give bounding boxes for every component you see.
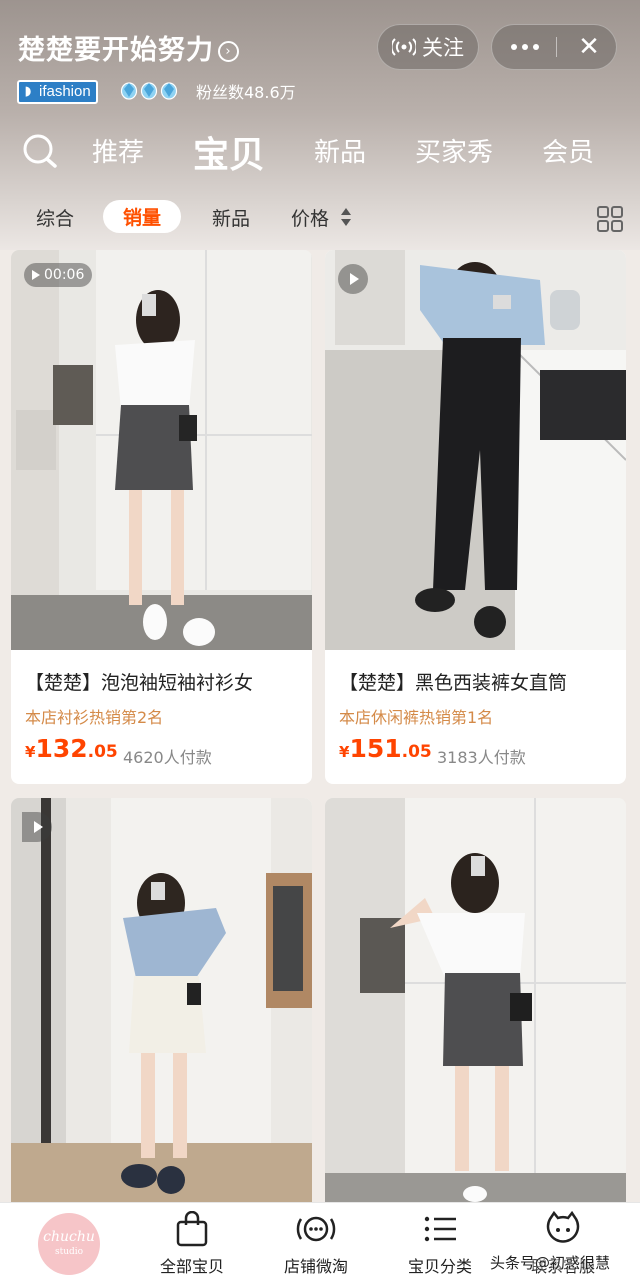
nav-label: 全部宝贝 xyxy=(159,1257,224,1276)
shop-name[interactable]: 楚楚要开始努力 › xyxy=(18,28,239,67)
product-image xyxy=(325,798,626,1202)
product-price: ¥132.05 xyxy=(25,734,118,763)
sort-filters: 综合 销量 新品 价格 xyxy=(0,198,640,238)
product-sold-count: 4620人付款 xyxy=(123,748,212,767)
shop-logo-text: chuchu xyxy=(43,1229,95,1245)
capsule-divider xyxy=(556,37,557,57)
broadcast-icon xyxy=(296,1216,336,1242)
sort-arrows-icon xyxy=(341,208,351,226)
list-icon xyxy=(424,1216,456,1242)
product-rank: 本店衬衫热销第2名 xyxy=(25,708,164,727)
crown-icon xyxy=(160,80,178,100)
nav-all-items[interactable]: 全部宝贝 xyxy=(137,1211,247,1277)
service-icon xyxy=(546,1211,580,1243)
tab-member[interactable]: 会员 xyxy=(542,132,594,169)
product-image xyxy=(11,798,312,1202)
nav-weitao[interactable]: 店铺微淘 xyxy=(261,1211,371,1277)
mini-capsule: ✕ xyxy=(491,24,617,70)
filter-sales[interactable]: 销量 xyxy=(103,200,182,233)
shop-logo[interactable]: chuchu studio xyxy=(38,1213,100,1275)
search-icon[interactable] xyxy=(22,133,58,169)
nav-label: 宝贝分类 xyxy=(407,1257,472,1276)
tab-new[interactable]: 新品 xyxy=(314,132,366,169)
grid-view-icon[interactable] xyxy=(597,206,623,232)
product-rank: 本店休闲裤热销第1名 xyxy=(339,708,494,727)
product-card[interactable]: 【楚楚】黑色西装裤女直筒 本店休闲裤热销第1名 ¥151.05 3183人付款 xyxy=(325,250,626,784)
product-price: ¥151.05 xyxy=(339,734,432,763)
ifashion-logo-icon: ◗ xyxy=(19,82,37,102)
more-button[interactable] xyxy=(492,25,558,69)
video-duration-badge: 00:06 xyxy=(24,263,93,287)
filter-overall[interactable]: 综合 xyxy=(36,204,74,231)
follow-button[interactable]: 关注 xyxy=(377,24,479,70)
shop-level-badges xyxy=(120,80,178,100)
watermark: 头条号@初惑很慧 xyxy=(490,1254,611,1272)
crown-icon xyxy=(140,80,158,100)
tab-recommend[interactable]: 推荐 xyxy=(92,132,144,169)
product-sold-count: 3183人付款 xyxy=(437,748,526,767)
follow-label: 关注 xyxy=(422,36,464,60)
bag-icon xyxy=(176,1211,208,1247)
product-card[interactable] xyxy=(11,798,312,1202)
ifashion-text: ifashion xyxy=(37,82,96,102)
broadcast-icon xyxy=(392,38,416,56)
play-icon[interactable] xyxy=(338,264,368,294)
product-image xyxy=(325,250,626,650)
nav-label: 店铺微淘 xyxy=(283,1257,348,1276)
close-icon[interactable]: ✕ xyxy=(564,25,614,69)
fans-count: 粉丝数48.6万 xyxy=(196,83,296,102)
product-title: 【楚楚】黑色西装裤女直筒 xyxy=(339,672,568,694)
product-card[interactable]: 00:06 【楚楚】泡泡袖短袖衬衫女 本店衬衫热销第2名 ¥132.05 462… xyxy=(11,250,312,784)
shop-name-text: 楚楚要开始努力 xyxy=(18,35,214,66)
video-duration: 00:06 xyxy=(44,267,85,283)
play-icon[interactable] xyxy=(22,812,52,842)
product-title: 【楚楚】泡泡袖短袖衬衫女 xyxy=(25,672,254,694)
tab-items[interactable]: 宝贝 xyxy=(193,126,265,178)
product-card[interactable] xyxy=(325,798,626,1202)
filter-new[interactable]: 新品 xyxy=(212,204,250,231)
chevron-right-icon: › xyxy=(218,41,239,62)
ifashion-badge: ◗ ifashion xyxy=(17,80,98,104)
product-image xyxy=(11,250,312,650)
crown-icon xyxy=(120,80,138,100)
tab-buyer-show[interactable]: 买家秀 xyxy=(415,132,493,169)
play-icon xyxy=(32,270,40,280)
nav-categories[interactable]: 宝贝分类 xyxy=(385,1211,495,1277)
shop-tabs: 推荐 宝贝 新品 买家秀 会员 xyxy=(0,128,640,178)
shop-logo-subtext: studio xyxy=(54,1247,84,1257)
filter-price[interactable]: 价格 xyxy=(291,204,329,231)
